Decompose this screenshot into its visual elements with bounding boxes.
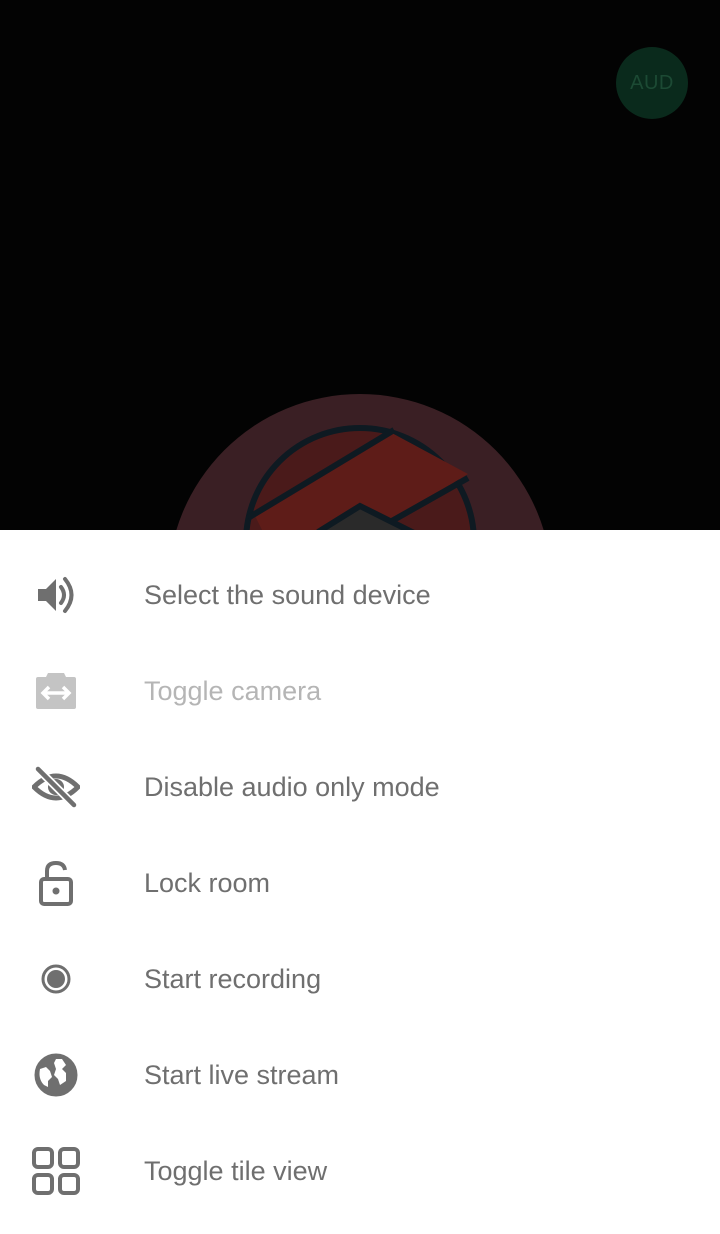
record-icon <box>32 955 80 1003</box>
menu-item-lock-room[interactable]: Lock room <box>0 835 720 931</box>
eye-off-icon <box>32 763 80 811</box>
menu-item-label: Toggle tile view <box>144 1156 328 1186</box>
lock-open-icon <box>32 859 80 907</box>
menu-item-start-recording[interactable]: Start recording <box>0 931 720 1027</box>
menu-item-disable-audio-only[interactable]: Disable audio only mode <box>0 739 720 835</box>
menu-item-toggle-camera[interactable]: Toggle camera <box>0 643 720 739</box>
participant-avatar <box>168 394 552 530</box>
globe-icon <box>32 1051 80 1099</box>
menu-item-label: Start live stream <box>144 1060 340 1090</box>
speaker-icon <box>32 571 80 619</box>
menu-item-label: Select the sound device <box>144 580 431 610</box>
menu-item-label: Disable audio only mode <box>144 772 440 802</box>
options-bottom-sheet: Select the sound device Toggle camera Di… <box>0 530 720 1234</box>
menu-item-label: Lock room <box>144 868 271 898</box>
switch-camera-icon <box>32 667 80 715</box>
video-area[interactable]: AUD <box>0 0 720 530</box>
menu-item-start-live-stream[interactable]: Start live stream <box>0 1027 720 1123</box>
audio-only-badge: AUD <box>616 47 688 119</box>
tile-view-icon <box>32 1147 80 1195</box>
menu-item-label: Start recording <box>144 964 322 994</box>
menu-item-label: Toggle camera <box>144 676 322 706</box>
menu-item-toggle-tile-view[interactable]: Toggle tile view <box>0 1123 720 1219</box>
menu-item-select-sound-device[interactable]: Select the sound device <box>0 547 720 643</box>
conference-screen: AUD Select the sound device Toggle camer… <box>0 0 720 1234</box>
